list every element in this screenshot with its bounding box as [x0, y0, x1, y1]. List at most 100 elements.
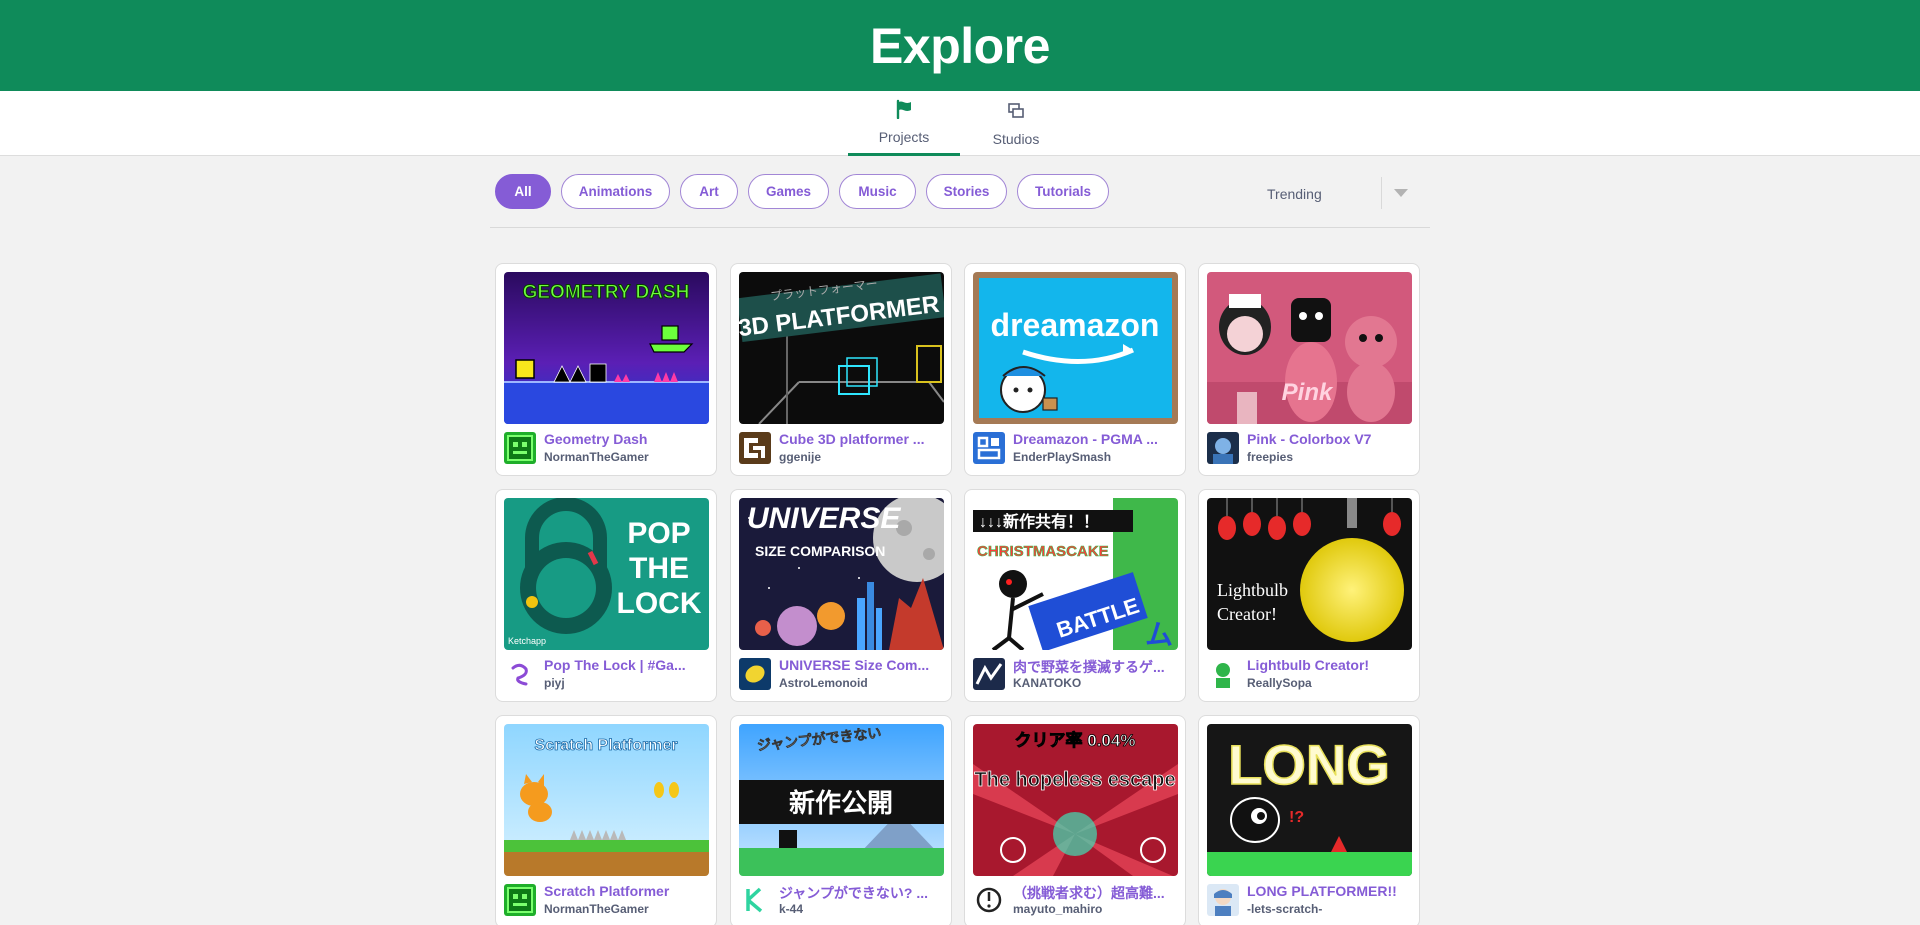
project-title[interactable]: Cube 3D platformer ...	[779, 431, 947, 447]
project-author[interactable]: k-44	[779, 902, 947, 916]
filter-art[interactable]: Art	[680, 174, 738, 209]
project-title[interactable]: Geometry Dash	[544, 431, 712, 447]
filter-animations[interactable]: Animations	[561, 174, 670, 209]
thumb-subtitle: The hopeless escape	[974, 769, 1175, 791]
project-title[interactable]: Lightbulb Creator!	[1247, 657, 1415, 673]
avatar[interactable]	[1207, 432, 1239, 464]
project-title[interactable]: Pink - Colorbox V7	[1247, 431, 1415, 447]
project-thumbnail[interactable]: 3D PLATFORMER プラットフォーマー	[739, 272, 944, 424]
avatar[interactable]	[973, 432, 1005, 464]
project-author[interactable]: AstroLemonoid	[779, 676, 947, 690]
project-author[interactable]: ReallySopa	[1247, 676, 1415, 690]
thumb-subtitle: CHRISTMASCAKE	[977, 543, 1109, 560]
studios-icon	[1006, 101, 1026, 126]
project-author[interactable]: KANATOKO	[1013, 676, 1181, 690]
chevron-down-icon	[1394, 189, 1408, 197]
project-thumbnail[interactable]: LONG !?	[1207, 724, 1412, 876]
avatar[interactable]	[739, 884, 771, 916]
project-card[interactable]: クリア率 0.04% The hopeless escape （挑戦者求む）超高…	[964, 715, 1186, 925]
filter-games[interactable]: Games	[748, 174, 829, 209]
thumb-title: dreamazon	[991, 307, 1160, 343]
project-author[interactable]: EnderPlaySmash	[1013, 450, 1181, 464]
project-card[interactable]: ジャンプができない 新作公開 ジャンプができない? ... k-44	[730, 715, 952, 925]
filter-tutorials[interactable]: Tutorials	[1017, 174, 1109, 209]
project-author[interactable]: mayuto_mahiro	[1013, 902, 1181, 916]
project-card[interactable]: Pink Pink - Colorbox V7 freepies	[1198, 263, 1420, 476]
project-title[interactable]: UNIVERSE Size Com...	[779, 657, 947, 673]
project-card[interactable]: 3D PLATFORMER プラットフォーマー Cube 3D platform…	[730, 263, 952, 476]
thumb-title: POP	[627, 517, 690, 550]
project-thumbnail[interactable]: UNIVERSE SIZE COMPARISON	[739, 498, 944, 650]
project-card[interactable]: dreamazon Dreamazon - PGMA ... EnderPlay…	[964, 263, 1186, 476]
filter-all[interactable]: All	[495, 174, 551, 209]
avatar[interactable]	[1207, 884, 1239, 916]
svg-text:!?: !?	[1289, 809, 1304, 826]
explore-tabs: Projects Studios	[0, 91, 1920, 156]
project-author[interactable]: ggenije	[779, 450, 947, 464]
thumb-title-line2: THE	[629, 552, 689, 585]
avatar[interactable]	[973, 658, 1005, 690]
thumb-title: ↓↓↓新作共有！！	[979, 512, 1099, 531]
avatar[interactable]	[973, 884, 1005, 916]
project-card[interactable]: LONG !? LONG PLATFORMER!! -lets-scratch-	[1198, 715, 1420, 925]
thumb-subtitle: 新作公開	[789, 788, 893, 818]
project-title[interactable]: ジャンプができない? ...	[779, 883, 947, 903]
project-thumbnail[interactable]: Pink	[1207, 272, 1412, 424]
avatar[interactable]	[504, 884, 536, 916]
thumb-title: Pink	[1282, 379, 1334, 406]
tab-studios-label: Studios	[992, 130, 1040, 147]
flag-icon	[894, 99, 914, 124]
project-card[interactable]: POP THE LOCK Ketchapp Pop The Lock | #Ga…	[495, 489, 717, 702]
project-card[interactable]: Lightbulb Creator! Lightbulb Creator! Re…	[1198, 489, 1420, 702]
avatar[interactable]	[1207, 658, 1239, 690]
svg-text:ム: ム	[1145, 619, 1173, 650]
project-thumbnail[interactable]: ↓↓↓新作共有！！ CHRISTMASCAKE BATTLE ム	[973, 498, 1178, 650]
project-title[interactable]: （挑戦者求む）超高難...	[1013, 883, 1181, 903]
avatar[interactable]	[504, 432, 536, 464]
thumb-title: GEOMETRY DASH	[523, 282, 690, 303]
sort-dropdown[interactable]: Trending	[1240, 174, 1420, 214]
thumb-brand: Ketchapp	[508, 636, 546, 646]
project-card[interactable]: Scratch Platformer Scratch Platformer No…	[495, 715, 717, 925]
project-author[interactable]: -lets-scratch-	[1247, 902, 1415, 916]
project-title[interactable]: LONG PLATFORMER!!	[1247, 883, 1415, 899]
thumb-title: UNIVERSE	[747, 502, 901, 535]
project-title[interactable]: 肉で野菜を撲滅するゲ...	[1013, 657, 1181, 677]
project-author[interactable]: NormanTheGamer	[544, 902, 712, 916]
avatar[interactable]	[739, 658, 771, 690]
thumb-title: Scratch Platformer	[534, 737, 677, 754]
project-thumbnail[interactable]: Scratch Platformer	[504, 724, 709, 876]
avatar[interactable]	[504, 658, 536, 690]
thumb-title: LONG	[1228, 733, 1390, 796]
project-card[interactable]: ↓↓↓新作共有！！ CHRISTMASCAKE BATTLE ム 肉で野菜を撲滅…	[964, 489, 1186, 702]
project-thumbnail[interactable]: ジャンプができない 新作公開	[739, 724, 944, 876]
project-author[interactable]: piyj	[544, 676, 712, 690]
project-author[interactable]: freepies	[1247, 450, 1415, 464]
explore-banner: Explore	[0, 0, 1920, 91]
thumb-title: クリア率 0.04%	[1015, 730, 1136, 750]
project-card[interactable]: GEOMETRY DASH Geometry Dash NormanTheGam…	[495, 263, 717, 476]
tab-projects[interactable]: Projects	[848, 91, 960, 156]
sort-divider	[1381, 177, 1382, 209]
thumb-title: Lightbulb	[1217, 580, 1288, 600]
project-thumbnail[interactable]: Lightbulb Creator!	[1207, 498, 1412, 650]
project-thumbnail[interactable]: クリア率 0.04% The hopeless escape	[973, 724, 1178, 876]
project-thumbnail[interactable]: GEOMETRY DASH	[504, 272, 709, 424]
tab-studios[interactable]: Studios	[960, 91, 1072, 156]
project-title[interactable]: Scratch Platformer	[544, 883, 712, 899]
page-title: Explore	[870, 17, 1050, 74]
thumb-subtitle: Creator!	[1217, 604, 1277, 624]
project-thumbnail[interactable]: dreamazon	[973, 272, 1178, 424]
sort-value: Trending	[1267, 186, 1322, 202]
avatar[interactable]	[739, 432, 771, 464]
filter-stories[interactable]: Stories	[926, 174, 1007, 209]
thumb-title-line3: LOCK	[617, 587, 702, 620]
project-title[interactable]: Dreamazon - PGMA ...	[1013, 431, 1181, 447]
project-thumbnail[interactable]: POP THE LOCK Ketchapp	[504, 498, 709, 650]
project-author[interactable]: NormanTheGamer	[544, 450, 712, 464]
project-card[interactable]: UNIVERSE SIZE COMPARISON UNIVERSE Size C…	[730, 489, 952, 702]
project-title[interactable]: Pop The Lock | #Ga...	[544, 657, 712, 673]
filter-music[interactable]: Music	[839, 174, 916, 209]
tab-projects-label: Projects	[878, 129, 930, 145]
thumb-subtitle: SIZE COMPARISON	[755, 543, 885, 559]
